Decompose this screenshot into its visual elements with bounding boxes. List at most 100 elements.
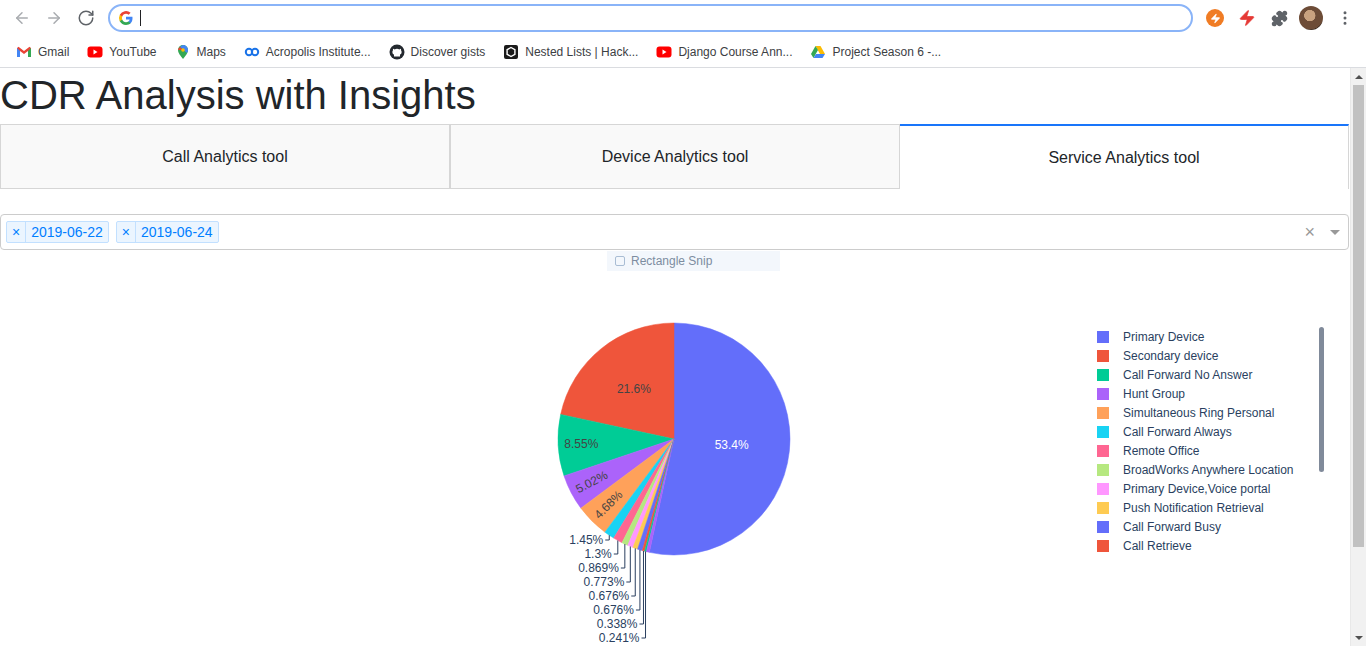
snip-label: Rectangle Snip (631, 254, 712, 268)
leader-line (631, 548, 635, 596)
leader-line (605, 535, 609, 540)
tag-label: 2019-06-24 (136, 222, 218, 242)
legend-label: Secondary device (1123, 349, 1219, 363)
bookmark[interactable]: YouTube (79, 40, 164, 64)
tab[interactable]: Device Analytics tool (450, 124, 900, 189)
legend-item[interactable]: Call Forward Busy (1097, 520, 1221, 534)
legend-item[interactable]: Simultaneous Ring Personal (1097, 406, 1274, 420)
slice-label: 8.55% (564, 437, 598, 451)
bookmark[interactable]: Nested Lists | Hack... (495, 40, 646, 64)
legend-item[interactable]: Call Forward Always (1097, 425, 1232, 439)
pie-slice[interactable] (638, 439, 674, 551)
bookmark[interactable]: Project Season 6 -... (802, 40, 949, 64)
date-tag: ×2019-06-24 (116, 221, 219, 243)
kebab-menu-icon (1336, 9, 1354, 27)
legend-item[interactable]: Call Retrieve (1097, 539, 1192, 553)
clear-button[interactable]: × (1300, 222, 1319, 242)
leader-line (639, 551, 643, 624)
bookmark-label: YouTube (109, 45, 156, 59)
bookmark[interactable]: Acropolis Institute... (236, 40, 379, 64)
bookmark[interactable]: Discover gists (381, 40, 494, 64)
legend-item[interactable]: Secondary device (1097, 349, 1219, 363)
browser-window: Gmail YouTube Maps Acropolis Institute... Di… (0, 0, 1366, 646)
legend-item[interactable]: Hunt Group (1097, 387, 1185, 401)
address-bar[interactable] (108, 4, 1193, 32)
dropdown-arrow-icon[interactable] (1330, 230, 1340, 235)
legend: Primary Device Secondary device Call Forwa… (1097, 327, 1324, 553)
extension-button[interactable] (1233, 4, 1261, 32)
github-icon (389, 44, 405, 60)
snip-icon (615, 256, 625, 266)
bookmarks-bar: Gmail YouTube Maps Acropolis Institute... Di… (0, 36, 1366, 68)
leader-line (642, 551, 646, 638)
bookmark-label: Nested Lists | Hack... (525, 45, 638, 59)
scroll-thumb[interactable] (1353, 85, 1364, 547)
slice-label: 0.241% (599, 631, 640, 645)
back-arrow-icon (13, 9, 31, 27)
legend-item[interactable]: Primary Device,Voice portal (1097, 482, 1270, 496)
graph: 53.4%21.6%8.55%5.02%4.68%1.45%1.3%0.869%… (0, 250, 1350, 645)
legend-label: Call Retrieve (1123, 539, 1192, 553)
slice-label: 0.676% (589, 589, 630, 603)
legend-item[interactable]: BroadWorks Anywhere Location (1097, 463, 1294, 477)
reload-button[interactable] (72, 4, 100, 32)
legend-label: Call Forward Busy (1123, 520, 1221, 534)
legend-label: Primary Device (1123, 330, 1205, 344)
page: CDR Analysis with InsightsCall Analytics… (0, 68, 1366, 646)
legend-swatch (1097, 464, 1109, 476)
scroll-track (1351, 547, 1366, 629)
page-scrollbar[interactable] (1350, 68, 1366, 646)
pie-chart: 53.4%21.6%8.55%5.02%4.68%1.45%1.3%0.869%… (0, 250, 1350, 645)
legend-label: Call Forward No Answer (1123, 368, 1252, 382)
legend-item[interactable]: Remote Office (1097, 444, 1200, 458)
legend-item[interactable]: Primary Device (1097, 330, 1205, 344)
legend-label: Primary Device,Voice portal (1123, 482, 1270, 496)
menu-button[interactable] (1331, 4, 1359, 32)
legend-swatch (1097, 540, 1109, 552)
slice-label: 4.68% (591, 487, 625, 521)
browser-toolbar (0, 0, 1366, 36)
acropolis-icon (244, 44, 260, 60)
slice-callout: 0.869% (578, 544, 625, 575)
legend-swatch (1097, 407, 1109, 419)
leader-line (621, 544, 625, 568)
slice-callout: 0.338% (597, 551, 644, 631)
snip-hint: Rectangle Snip (607, 251, 780, 271)
legend-swatch (1097, 331, 1109, 343)
tag-remove-button[interactable]: × (117, 222, 136, 242)
extension-button[interactable] (1201, 4, 1229, 32)
scroll-down-button[interactable] (1351, 629, 1366, 646)
slice-callout: 0.676% (589, 548, 636, 603)
tab[interactable]: Service Analytics tool (900, 124, 1349, 189)
scroll-up-button[interactable] (1351, 68, 1366, 85)
up-arrow-icon (1355, 75, 1363, 79)
forward-arrow-icon (45, 9, 63, 27)
bookmark-label: Project Season 6 -... (832, 45, 941, 59)
slice-label: 0.869% (578, 561, 619, 575)
tag-remove-button[interactable]: × (7, 222, 26, 242)
leader-line (636, 550, 640, 610)
bookmark-label: Gmail (38, 45, 69, 59)
back-button[interactable] (8, 4, 36, 32)
legend-scrollbar[interactable] (1319, 327, 1324, 472)
bookmark[interactable]: Maps (167, 40, 234, 64)
legend-item[interactable]: Push Notification Retrieval (1097, 501, 1264, 515)
pie-slice[interactable] (646, 439, 674, 552)
bookmark[interactable]: Django Course Ann... (648, 40, 800, 64)
extensions-button[interactable] (1265, 4, 1293, 32)
tab[interactable]: Call Analytics tool (0, 124, 450, 189)
legend-item[interactable]: Call Forward No Answer (1097, 368, 1252, 382)
bookmark[interactable]: Gmail (8, 40, 77, 64)
page-content: CDR Analysis with InsightsCall Analytics… (0, 68, 1350, 646)
slice-callout: 1.45% (569, 533, 609, 547)
legend-swatch (1097, 521, 1109, 533)
date-dropdown[interactable]: ×2019-06-22×2019-06-24× (0, 214, 1349, 250)
bookmark-label: Acropolis Institute... (266, 45, 371, 59)
leader-line (626, 546, 630, 582)
forward-button[interactable] (40, 4, 68, 32)
slice-label: 0.773% (584, 575, 625, 589)
pie-slice[interactable] (645, 439, 674, 552)
pie-slice[interactable] (642, 439, 674, 551)
legend-label: Simultaneous Ring Personal (1123, 406, 1274, 420)
profile-button[interactable] (1297, 4, 1325, 32)
